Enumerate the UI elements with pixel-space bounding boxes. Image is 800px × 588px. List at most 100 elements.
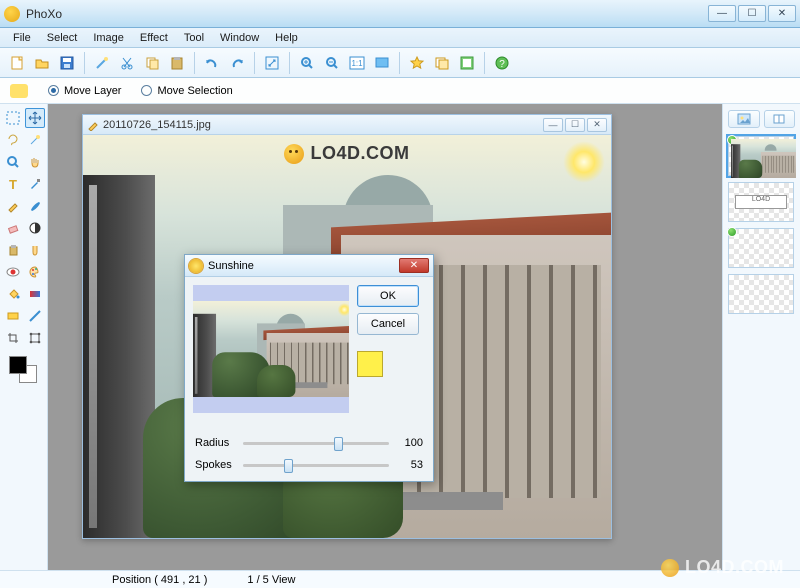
window-titlebar: PhoXo — ☐ ✕: [0, 0, 800, 28]
bucket-tool-icon[interactable]: [3, 284, 23, 304]
status-view: 1 / 5 View: [247, 574, 295, 586]
brush-tool-icon[interactable]: [25, 196, 45, 216]
menu-file[interactable]: File: [6, 30, 38, 46]
doc-minimize-button[interactable]: —: [543, 118, 563, 132]
open-file-icon[interactable]: [31, 52, 53, 74]
sunshine-dialog: Sunshine ✕ OK Cancel: [184, 254, 434, 482]
new-file-icon[interactable]: [6, 52, 28, 74]
layer-1[interactable]: [728, 136, 794, 176]
dialog-title: Sunshine: [208, 260, 254, 272]
paste-icon[interactable]: [166, 52, 188, 74]
copy-icon[interactable]: [141, 52, 163, 74]
undo-icon[interactable]: [201, 52, 223, 74]
select-rect-tool-icon[interactable]: [3, 108, 23, 128]
foreground-color-swatch[interactable]: [9, 356, 27, 374]
app-title: PhoXo: [26, 7, 708, 21]
main-toolbar: 1:1 ?: [0, 48, 800, 78]
move-layer-option[interactable]: Move Layer: [48, 85, 121, 97]
shape-rect-tool-icon[interactable]: [3, 306, 23, 326]
palette-tool-icon[interactable]: [25, 262, 45, 282]
gradient-tool-icon[interactable]: [25, 284, 45, 304]
minimize-button[interactable]: —: [708, 5, 736, 22]
doc-maximize-button[interactable]: ☐: [565, 118, 585, 132]
zoom-in-icon[interactable]: [296, 52, 318, 74]
contrast-tool-icon[interactable]: [25, 218, 45, 238]
layer-2[interactable]: LO4D: [728, 182, 794, 222]
tools-panel: T: [0, 104, 48, 570]
spokes-slider[interactable]: [243, 464, 389, 467]
zoom-tool-icon[interactable]: [3, 152, 23, 172]
menu-bar: File Select Image Effect Tool Window Hel…: [0, 28, 800, 48]
lasso-tool-icon[interactable]: [3, 130, 23, 150]
close-button[interactable]: ✕: [768, 5, 796, 22]
layers-tab-image-icon[interactable]: [728, 110, 760, 128]
zoom-out-icon[interactable]: [321, 52, 343, 74]
eraser-tool-icon[interactable]: [3, 218, 23, 238]
menu-tool[interactable]: Tool: [177, 30, 211, 46]
line-tool-icon[interactable]: [25, 306, 45, 326]
wand-tool-icon[interactable]: [25, 130, 45, 150]
zoom-actual-icon[interactable]: 1:1: [346, 52, 368, 74]
fit-screen-icon[interactable]: [371, 52, 393, 74]
dialog-titlebar[interactable]: Sunshine ✕: [185, 255, 433, 277]
spokes-label: Spokes: [195, 459, 235, 471]
svg-text:?: ?: [499, 59, 505, 70]
smudge-tool-icon[interactable]: [25, 240, 45, 260]
canvas-area: 20110726_154115.jpg — ☐ ✕: [48, 104, 722, 570]
clone-tool-icon[interactable]: [3, 240, 23, 260]
radius-slider[interactable]: [243, 442, 389, 445]
layers-tab-book-icon[interactable]: [764, 110, 796, 128]
save-icon[interactable]: [56, 52, 78, 74]
spokes-value: 53: [397, 459, 423, 471]
color-swatches[interactable]: [3, 356, 44, 384]
menu-select[interactable]: Select: [40, 30, 85, 46]
cancel-button[interactable]: Cancel: [357, 313, 419, 335]
layer-4[interactable]: [728, 274, 794, 314]
resize-icon[interactable]: [261, 52, 283, 74]
doc-close-button[interactable]: ✕: [587, 118, 607, 132]
frames-icon[interactable]: [431, 52, 453, 74]
options-bar: Move Layer Move Selection: [0, 78, 800, 104]
menu-effect[interactable]: Effect: [133, 30, 175, 46]
status-position: Position ( 491 , 21 ): [112, 574, 207, 586]
ok-button[interactable]: OK: [357, 285, 419, 307]
menu-help[interactable]: Help: [268, 30, 305, 46]
pencil-tool-icon[interactable]: [3, 196, 23, 216]
move-selection-option[interactable]: Move Selection: [141, 85, 232, 97]
transform-tool-icon[interactable]: [25, 328, 45, 348]
eyedropper-tool-icon[interactable]: [25, 174, 45, 194]
document-filename: 20110726_154115.jpg: [103, 119, 211, 131]
redo-icon[interactable]: [226, 52, 248, 74]
maximize-button[interactable]: ☐: [738, 5, 766, 22]
svg-text:T: T: [9, 177, 17, 191]
crop-tool-icon[interactable]: [3, 328, 23, 348]
brand-overlay: LO4D.COM: [83, 143, 611, 164]
note-icon: [10, 84, 28, 98]
text-tool-icon[interactable]: T: [3, 174, 23, 194]
visibility-dot-icon[interactable]: [727, 227, 737, 237]
radius-value: 100: [397, 437, 423, 449]
watermark: LO4D.COM: [661, 557, 784, 578]
hand-tool-icon[interactable]: [25, 152, 45, 172]
layer-text-thumb: LO4D: [735, 195, 787, 209]
cut-icon[interactable]: [116, 52, 138, 74]
color-picker-swatch[interactable]: [357, 351, 383, 377]
dialog-close-button[interactable]: ✕: [399, 258, 429, 273]
sun-icon: [189, 259, 203, 273]
document-titlebar[interactable]: 20110726_154115.jpg — ☐ ✕: [83, 115, 611, 135]
redeye-tool-icon[interactable]: [3, 262, 23, 282]
menu-image[interactable]: Image: [86, 30, 131, 46]
app-icon: [4, 6, 20, 22]
batch-icon[interactable]: [456, 52, 478, 74]
layers-panel: LO4D: [722, 104, 800, 570]
pencil-icon: [87, 119, 99, 131]
star-icon[interactable]: [406, 52, 428, 74]
move-tool-icon[interactable]: [25, 108, 45, 128]
layer-3[interactable]: [728, 228, 794, 268]
help-icon[interactable]: ?: [491, 52, 513, 74]
menu-window[interactable]: Window: [213, 30, 266, 46]
dialog-preview: [193, 285, 349, 413]
svg-text:1:1: 1:1: [351, 59, 363, 68]
radius-label: Radius: [195, 437, 235, 449]
wand-icon[interactable]: [91, 52, 113, 74]
